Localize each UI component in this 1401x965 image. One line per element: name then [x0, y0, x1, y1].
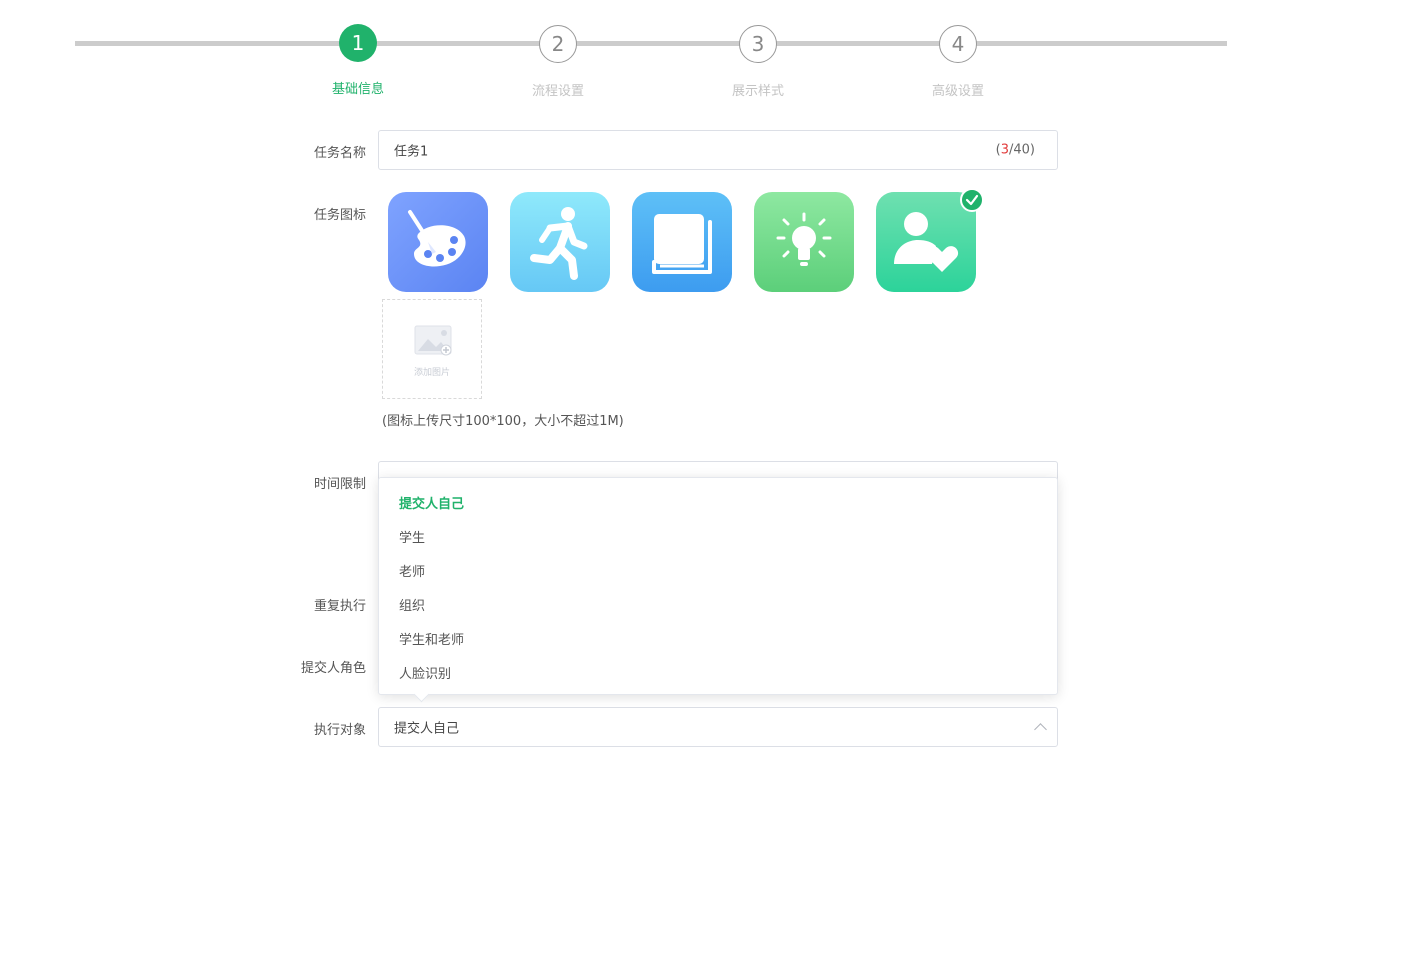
selected-check-icon [960, 188, 984, 212]
task-icon-label: 任务图标 [313, 208, 366, 223]
target-dropdown: 提交人自己 学生 老师 组织 学生和老师 人脸识别 [378, 477, 1058, 703]
task-name-label: 任务名称 [313, 146, 366, 161]
dropdown-option[interactable]: 学生和老师 [399, 629, 464, 648]
dropdown-option[interactable]: 人脸识别 [399, 663, 451, 682]
dropdown-arrow [413, 686, 430, 703]
dropdown-option[interactable]: 提交人自己 [399, 493, 464, 512]
step-3-label[interactable]: 展示样式 [708, 80, 808, 99]
steps-track [75, 41, 1227, 46]
book-icon[interactable] [632, 192, 732, 292]
step-1-circle[interactable]: 1 [339, 24, 377, 62]
step-1-label[interactable]: 基础信息 [308, 78, 408, 97]
task-name-counter: (3/40) [996, 143, 1035, 158]
chevron-up-icon[interactable] [1034, 723, 1047, 736]
image-placeholder-icon [414, 325, 452, 356]
step-2-circle[interactable]: 2 [539, 25, 577, 63]
add-image-button[interactable]: 添加图片 [382, 299, 482, 399]
dropdown-option[interactable]: 老师 [399, 561, 425, 580]
dropdown-option[interactable]: 组织 [399, 595, 425, 614]
palette-icon[interactable] [388, 192, 488, 292]
time-limit-label: 时间限制 [313, 477, 366, 492]
step-2-label[interactable]: 流程设置 [508, 80, 608, 99]
task-name-value[interactable]: 任务1 [394, 141, 428, 160]
dropdown-option[interactable]: 学生 [399, 527, 425, 546]
counter-max: /40) [1009, 142, 1035, 158]
repeat-label: 重复执行 [313, 599, 366, 614]
target-label: 执行对象 [313, 723, 366, 738]
target-select[interactable]: 提交人自己 [378, 707, 1058, 747]
icon-upload-hint: (图标上传尺寸100*100，大小不超过1M) [382, 414, 624, 429]
lightbulb-icon[interactable] [754, 192, 854, 292]
submitter-role-label: 提交人角色 [300, 661, 366, 676]
target-value[interactable]: 提交人自己 [394, 718, 459, 737]
running-person-icon[interactable] [510, 192, 610, 292]
person-heart-icon[interactable] [876, 192, 976, 292]
step-4-circle[interactable]: 4 [939, 25, 977, 63]
step-4-label[interactable]: 高级设置 [908, 80, 1008, 99]
add-image-label: 添加图片 [413, 368, 450, 378]
task-name-input[interactable]: 任务1 (3/40) [378, 130, 1058, 170]
step-3-circle[interactable]: 3 [739, 25, 777, 63]
